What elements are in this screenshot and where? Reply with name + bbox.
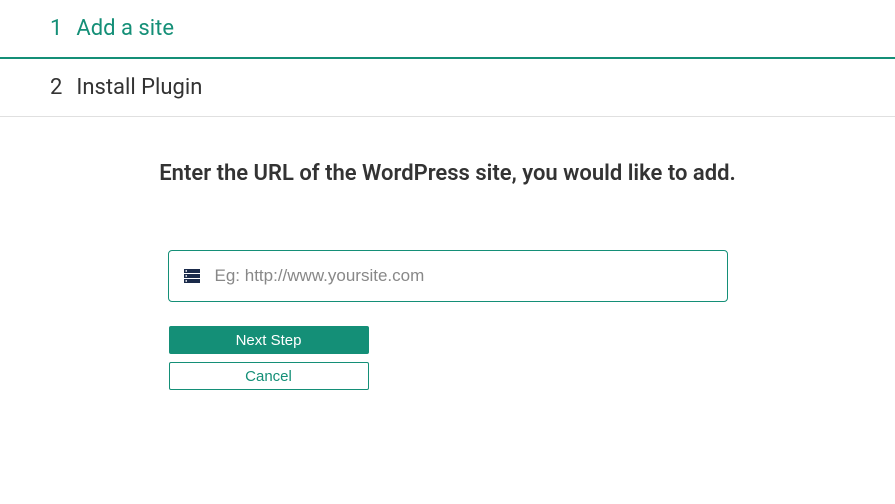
step-install-plugin[interactable]: 2 Install Plugin <box>0 59 895 117</box>
url-input[interactable] <box>215 266 713 286</box>
instruction-text: Enter the URL of the WordPress site, you… <box>138 157 758 190</box>
next-step-button[interactable]: Next Step <box>169 326 369 354</box>
steps-container: 1 Add a site 2 Install Plugin <box>0 0 895 117</box>
step-number: 1 <box>50 16 62 41</box>
server-icon <box>183 267 201 285</box>
step-number: 2 <box>50 75 62 100</box>
step-add-site[interactable]: 1 Add a site <box>0 0 895 59</box>
step-label: Install Plugin <box>76 75 202 100</box>
step-label: Add a site <box>76 16 174 41</box>
cancel-button[interactable]: Cancel <box>169 362 369 390</box>
url-input-wrapper <box>168 250 728 302</box>
content-area: Enter the URL of the WordPress site, you… <box>0 117 895 390</box>
button-container: Next Step Cancel <box>168 326 728 390</box>
